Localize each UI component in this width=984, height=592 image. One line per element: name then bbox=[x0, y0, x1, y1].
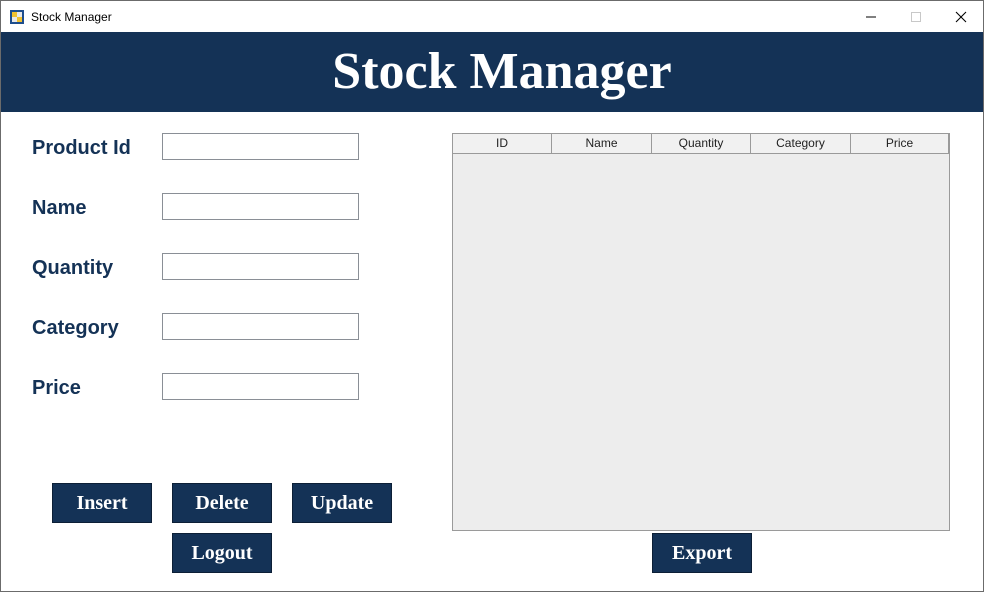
insert-button[interactable]: Insert bbox=[52, 483, 152, 523]
category-label: Category bbox=[32, 317, 119, 339]
quantity-input[interactable] bbox=[162, 253, 359, 280]
column-header-price[interactable]: Price bbox=[851, 134, 949, 154]
product-id-input[interactable] bbox=[162, 133, 359, 160]
column-header-name[interactable]: Name bbox=[552, 134, 652, 154]
header-banner: Stock Manager bbox=[1, 32, 983, 112]
window-title: Stock Manager bbox=[31, 10, 112, 24]
name-input[interactable] bbox=[162, 193, 359, 220]
name-label: Name bbox=[32, 197, 87, 219]
minimize-icon bbox=[866, 16, 876, 18]
minimize-button[interactable] bbox=[848, 1, 894, 32]
logout-button[interactable]: Logout bbox=[172, 533, 272, 573]
close-button[interactable] bbox=[938, 1, 984, 32]
price-label: Price bbox=[32, 377, 81, 399]
title-bar[interactable]: Stock Manager bbox=[1, 1, 983, 32]
quantity-label: Quantity bbox=[32, 257, 114, 279]
maximize-button[interactable] bbox=[893, 1, 939, 32]
product-id-label: Product Id bbox=[32, 137, 131, 159]
banner-title: Stock Manager bbox=[332, 43, 672, 100]
column-header-id[interactable]: ID bbox=[453, 134, 552, 154]
price-input[interactable] bbox=[162, 373, 359, 400]
export-button[interactable]: Export bbox=[652, 533, 752, 573]
app-window: Stock Manager Stock Manager Product Id N… bbox=[0, 0, 984, 592]
delete-button[interactable]: Delete bbox=[172, 483, 272, 523]
table-header: ID Name Quantity Category Price bbox=[453, 134, 949, 154]
app-window-icon bbox=[10, 10, 24, 24]
category-input[interactable] bbox=[162, 313, 359, 340]
update-button[interactable]: Update bbox=[292, 483, 392, 523]
stock-table[interactable]: ID Name Quantity Category Price bbox=[452, 133, 950, 531]
maximize-icon bbox=[911, 12, 921, 22]
column-header-category[interactable]: Category bbox=[751, 134, 851, 154]
column-header-quantity[interactable]: Quantity bbox=[652, 134, 751, 154]
close-icon bbox=[955, 11, 967, 23]
